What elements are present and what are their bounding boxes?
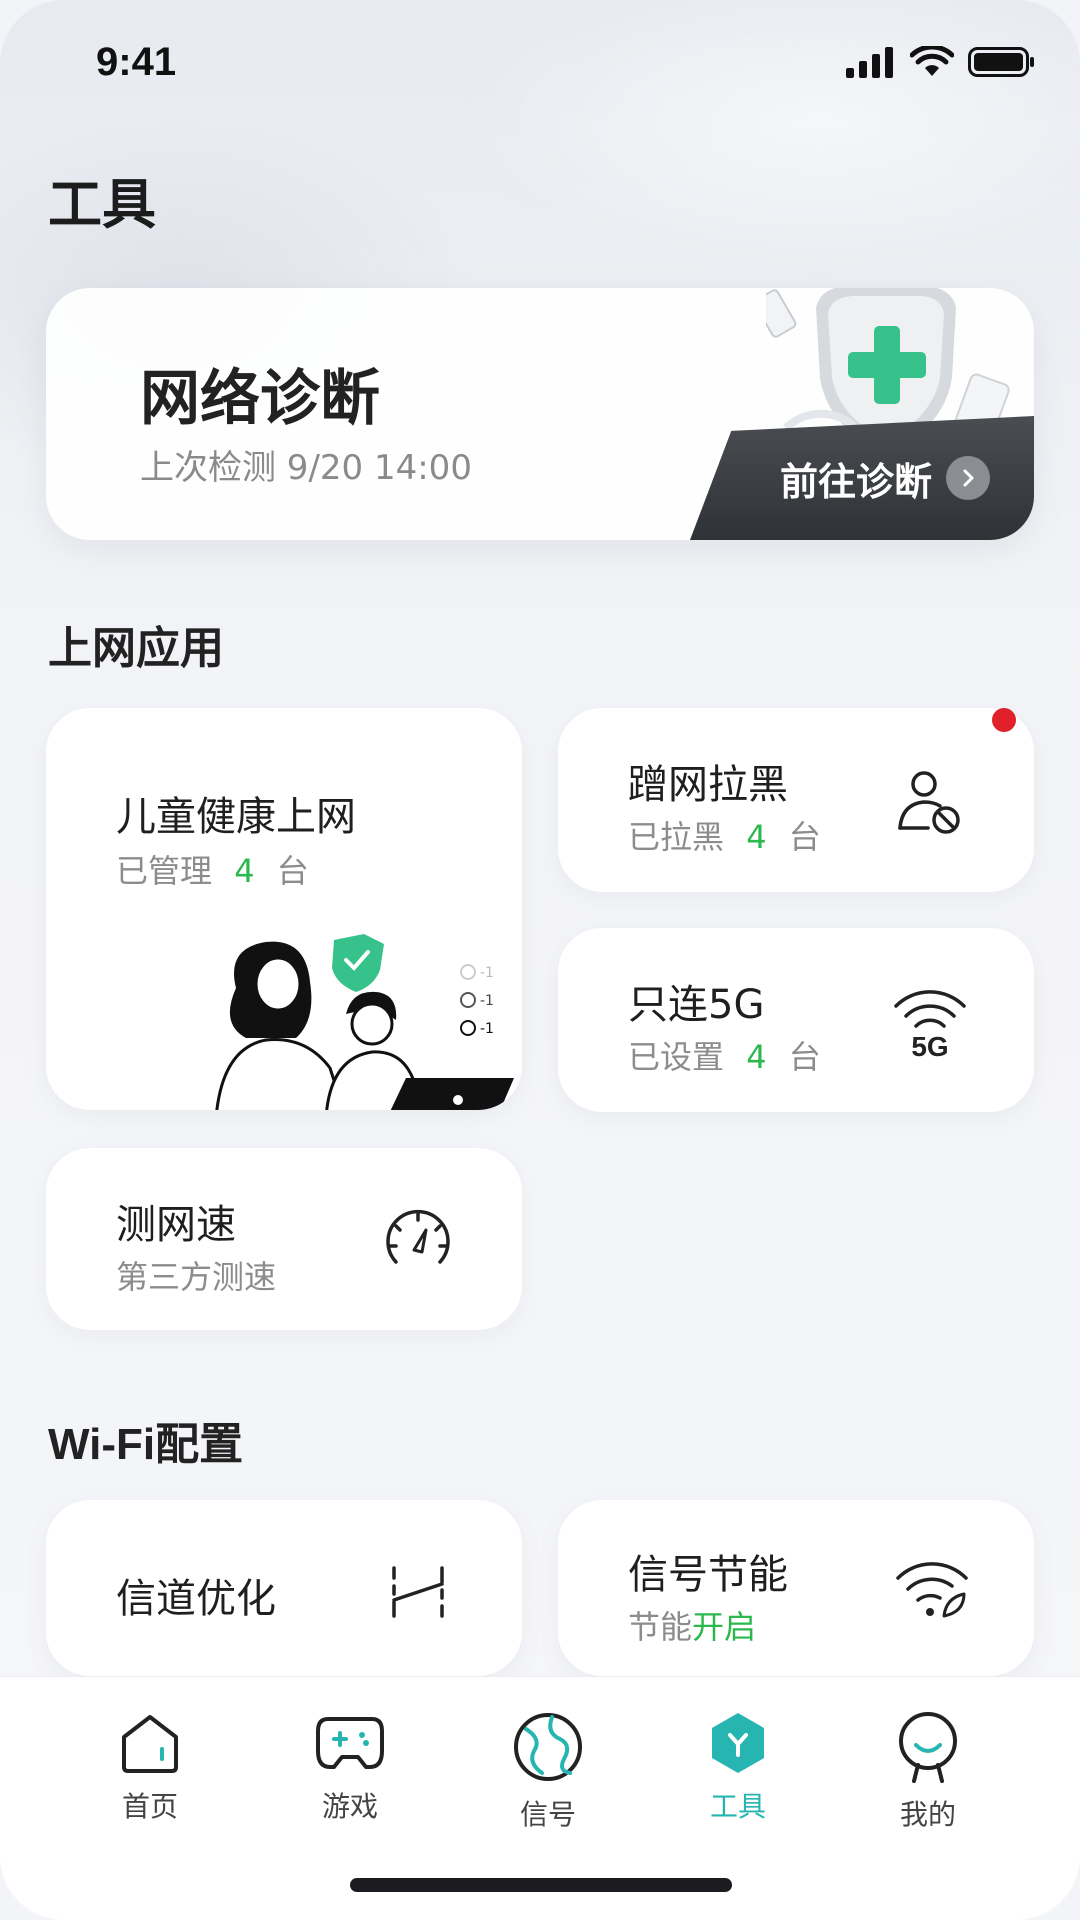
tab-signal[interactable]: 信号: [478, 1711, 618, 1833]
energy-card-subtitle: 节能开启: [628, 1608, 757, 1646]
tools-icon: [712, 1713, 764, 1773]
tab-games[interactable]: 游戏: [280, 1711, 420, 1825]
chevron-right-icon: [946, 456, 990, 500]
blacklist-card-subtitle: 已拉黑 4 台: [628, 818, 821, 856]
profile-icon: [899, 1712, 957, 1783]
page-title: 工具: [48, 173, 156, 236]
status-icons: [844, 46, 1036, 78]
status-time: 9:41: [96, 40, 177, 84]
speedometer-icon: [386, 1209, 450, 1264]
timer-label: -1: [480, 993, 494, 1009]
diagnosis-title: 网络诊断: [140, 364, 380, 434]
channel-optimization-card[interactable]: 信道优化: [46, 1500, 522, 1676]
network-diagnosis-card[interactable]: 网络诊断 上次检测 9/20 14:00 前往诊断: [46, 288, 1034, 540]
wifi-leaf-icon: [896, 1562, 968, 1618]
tab-profile-label: 我的: [899, 1798, 956, 1831]
tab-games-label: 游戏: [321, 1790, 378, 1823]
only5g-card-subtitle: 已设置 4 台: [628, 1038, 821, 1076]
go-diagnose-button[interactable]: 前往诊断: [690, 416, 1034, 540]
parent-child-illustration: -1 -1 -1: [215, 934, 514, 1110]
globe-icon: [514, 1713, 582, 1781]
diagnosis-last-check: 上次检测 9/20 14:00: [140, 448, 472, 488]
tab-signal-label: 信号: [519, 1798, 576, 1831]
section-title-internet-apps: 上网应用: [48, 623, 224, 674]
go-diagnose-label: 前往诊断: [779, 459, 932, 504]
tab-tools-label: 工具: [709, 1790, 766, 1823]
tab-tools[interactable]: 工具: [668, 1711, 808, 1825]
channel-switch-icon: [392, 1566, 444, 1618]
energy-card-title: 信号节能: [628, 1552, 788, 1598]
child-internet-card[interactable]: 儿童健康上网 已管理 4 台 -1 -1 -1: [46, 708, 522, 1110]
speed-card-subtitle: 第三方测速: [116, 1258, 277, 1296]
timer-label: -1: [480, 965, 494, 981]
battery-icon: [968, 47, 1034, 77]
notification-dot: [992, 708, 1016, 732]
signal-energy-saving-card[interactable]: 信号节能 节能开启: [558, 1500, 1034, 1676]
block-freeloader-card[interactable]: 蹭网拉黑 已拉黑 4 台: [558, 708, 1034, 892]
speed-card-title: 测网速: [116, 1202, 236, 1248]
wifi-icon: [910, 46, 954, 76]
channel-card-title: 信道优化: [116, 1576, 276, 1622]
cellular-signal-icon: [846, 47, 893, 78]
speed-test-card[interactable]: 测网速 第三方测速: [46, 1148, 522, 1330]
child-card-subtitle: 已管理 4 台: [116, 852, 309, 890]
svg-text:5G: 5G: [911, 1031, 948, 1060]
tab-home[interactable]: 首页: [80, 1711, 220, 1825]
tab-profile[interactable]: 我的: [858, 1711, 998, 1833]
section-title-wifi-config: Wi-Fi配置: [48, 1420, 244, 1469]
home-indicator[interactable]: [350, 1878, 732, 1892]
user-block-icon: [898, 771, 960, 834]
blacklist-card-title: 蹭网拉黑: [628, 762, 788, 808]
tab-home-label: 首页: [121, 1790, 178, 1823]
only5g-card-title: 只连5G: [628, 982, 765, 1028]
gamepad-icon: [316, 1717, 384, 1769]
screen: 9:41 工具 网络诊断 上次检测 9/20 14:00 前往诊断 上网应用 儿…: [0, 0, 1080, 1920]
only-5g-card[interactable]: 只连5G 已设置 4 台 5G: [558, 928, 1034, 1112]
timer-label: -1: [480, 1021, 494, 1037]
wifi-5g-icon: 5G: [894, 990, 966, 1060]
home-icon: [122, 1715, 178, 1773]
child-card-title: 儿童健康上网: [116, 794, 356, 840]
